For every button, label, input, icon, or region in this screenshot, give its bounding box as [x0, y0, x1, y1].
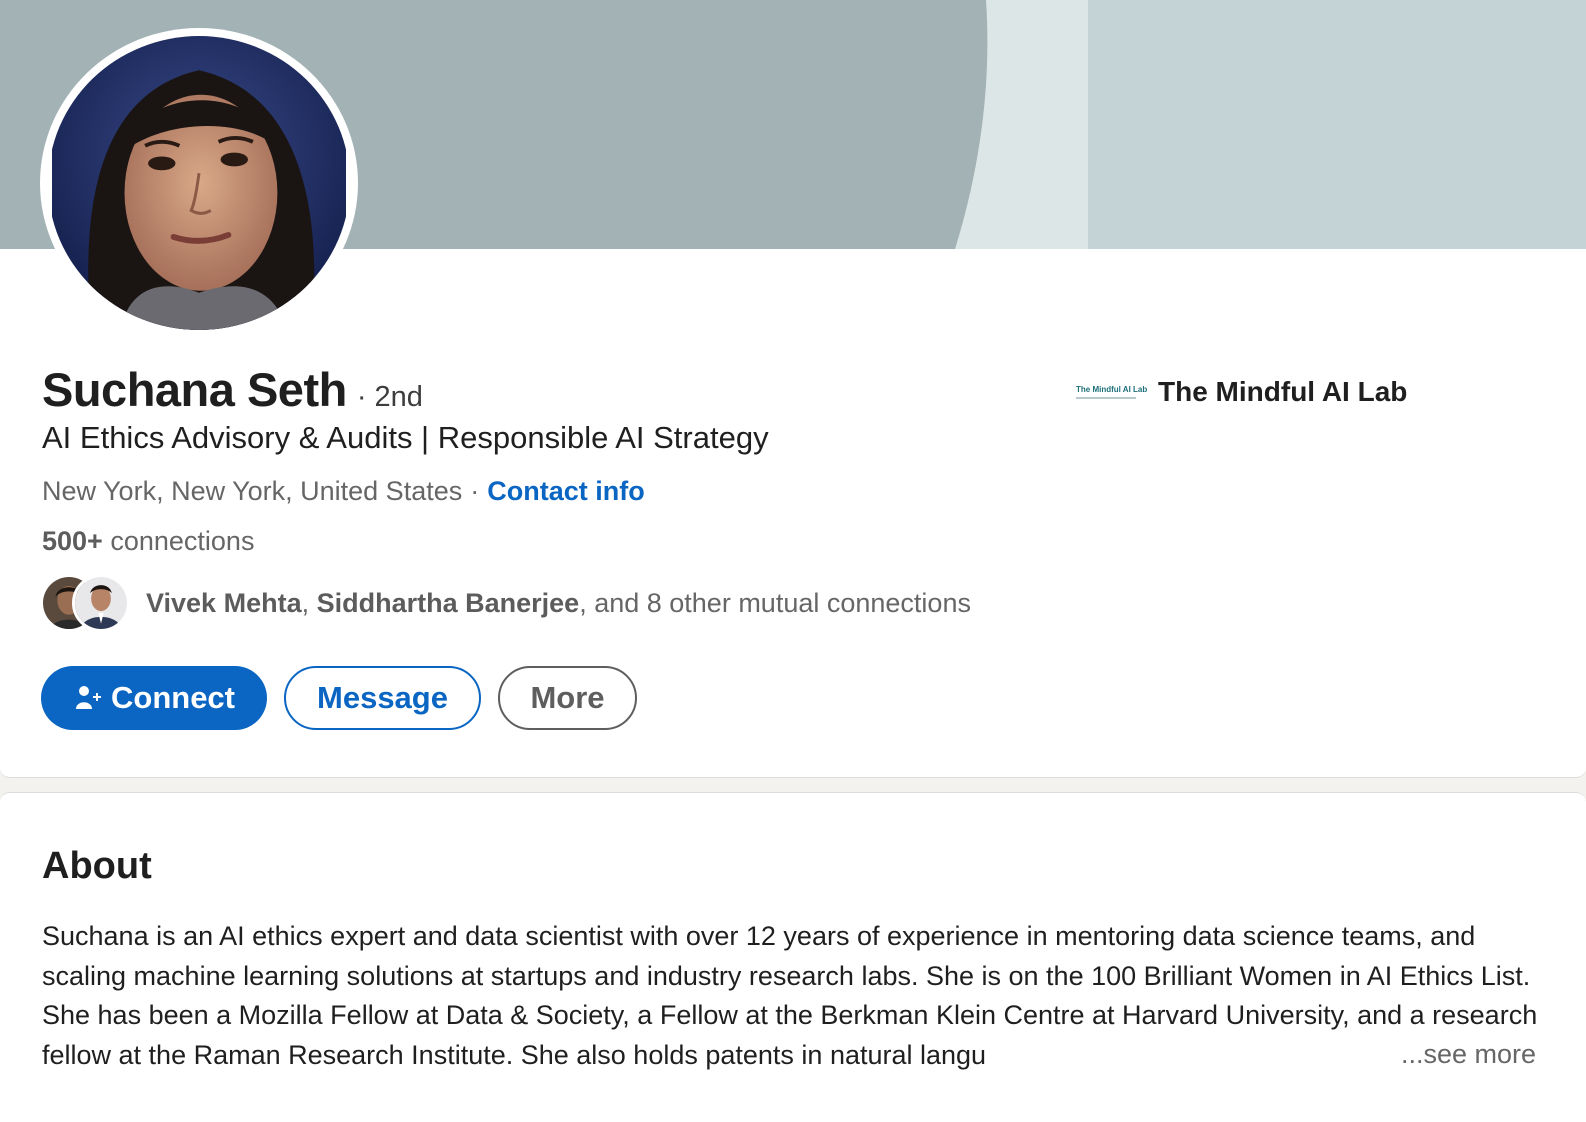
- profile-photo-image: [52, 36, 346, 330]
- mutual-connections[interactable]: Vivek Mehta, Siddhartha Banerjee, and 8 …: [40, 574, 971, 632]
- mutual-avatar-2: [72, 574, 130, 632]
- current-company[interactable]: The Mindful AI Lab The Mindful AI Lab: [1076, 372, 1407, 412]
- message-button[interactable]: Message: [284, 666, 481, 730]
- profile-headline: AI Ethics Advisory & Audits | Responsibl…: [42, 420, 769, 455]
- profile-top-card: Suchana Seth · 2nd AI Ethics Advisory & …: [0, 0, 1586, 778]
- mutual-rest: , and 8 other mutual connections: [579, 587, 971, 618]
- about-title: About: [42, 845, 152, 887]
- name-row: Suchana Seth · 2nd: [42, 362, 423, 417]
- see-more-link[interactable]: ...see more: [1382, 1035, 1536, 1075]
- profile-name: Suchana Seth: [42, 363, 347, 416]
- mutual-name-2: Siddhartha Banerjee: [316, 587, 580, 618]
- profile-photo[interactable]: [40, 28, 358, 338]
- connections-number: 500+: [42, 526, 103, 556]
- mutual-separator: ,: [301, 587, 310, 618]
- connect-button[interactable]: Connect: [41, 666, 267, 730]
- company-logo-text: The Mindful AI Lab: [1076, 385, 1148, 394]
- connections-label: connections: [110, 526, 255, 556]
- person-plus-icon: [76, 686, 101, 709]
- mutual-name-1: Vivek Mehta: [146, 587, 302, 618]
- connections-count[interactable]: 500+ connections: [42, 526, 254, 557]
- connection-degree: · 2nd: [356, 381, 423, 413]
- location-row: New York, New York, United States · Cont…: [42, 476, 645, 507]
- about-card: About Suchana is an AI ethics expert and…: [0, 792, 1586, 1122]
- company-logo-underline: [1076, 397, 1136, 399]
- about-text: Suchana is an AI ethics expert and data …: [42, 921, 1538, 1070]
- location-separator: ·: [470, 476, 480, 506]
- company-logo: The Mindful AI Lab: [1076, 372, 1148, 412]
- profile-actions: Connect Message More: [41, 666, 637, 730]
- company-name: The Mindful AI Lab: [1158, 376, 1408, 407]
- contact-info-link[interactable]: Contact info: [487, 476, 644, 507]
- more-button[interactable]: More: [498, 666, 637, 730]
- mutual-connections-text: Vivek Mehta, Siddhartha Banerjee, and 8 …: [146, 588, 971, 619]
- mutual-avatars: [40, 574, 132, 632]
- connect-label: Connect: [111, 680, 235, 715]
- profile-location: New York, New York, United States: [42, 476, 463, 506]
